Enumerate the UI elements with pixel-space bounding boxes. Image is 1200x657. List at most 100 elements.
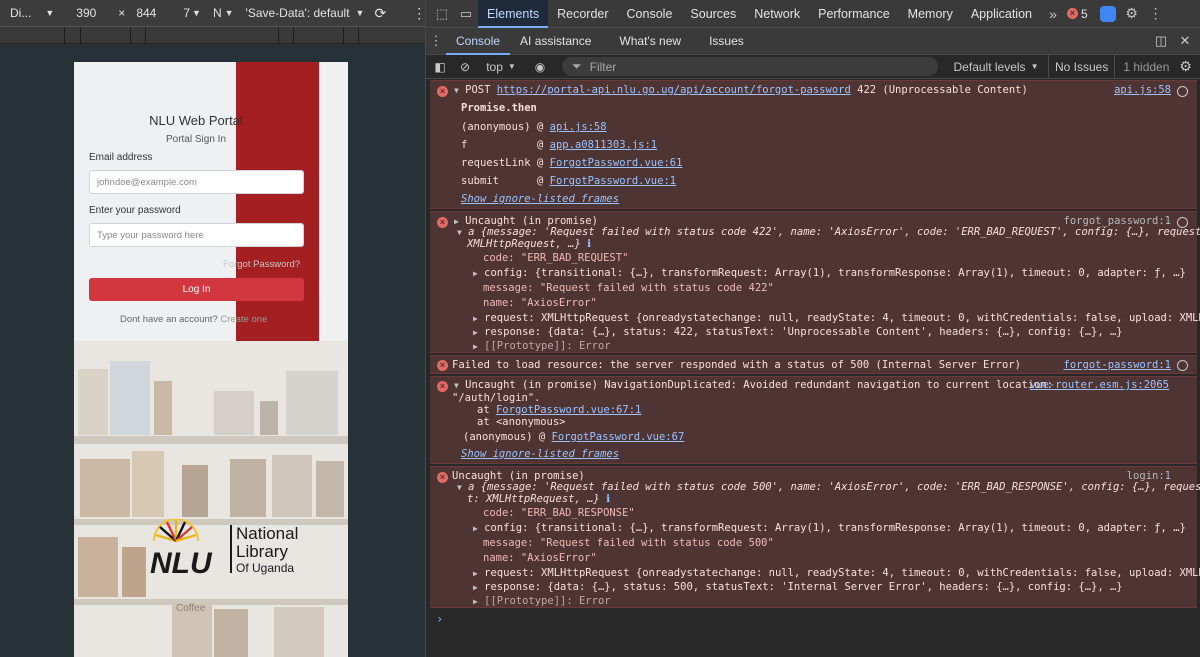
console-message[interactable]: × ▼ POST https://portal-api.nlu.go.ug/ap… bbox=[430, 80, 1197, 209]
info-icon: ℹ bbox=[587, 238, 592, 250]
expand-arrow-icon[interactable]: ▶ bbox=[473, 328, 478, 337]
error-counter[interactable]: × 5 bbox=[1066, 7, 1088, 21]
console-message[interactable]: × Uncaught (in promise) login:1 ▼ a {mes… bbox=[430, 466, 1200, 608]
stack-frame: submit bbox=[461, 175, 499, 187]
close-drawer-icon[interactable]: ✕ bbox=[1173, 27, 1197, 55]
width-field[interactable]: 390 bbox=[76, 6, 96, 20]
book bbox=[182, 465, 208, 517]
rotate-icon[interactable]: ⟳ bbox=[374, 5, 386, 22]
prop-prototype[interactable]: ▶ [[Prototype]]: Error bbox=[473, 340, 611, 352]
frame-link[interactable]: api.js:58 bbox=[550, 121, 607, 133]
expand-arrow-icon[interactable]: ▼ bbox=[454, 381, 459, 390]
device-toolbar-icon[interactable]: ▭ bbox=[454, 0, 478, 28]
login-button[interactable]: Log In bbox=[89, 278, 304, 301]
show-ignore-listed-frames-link[interactable]: Show ignore-listed frames bbox=[461, 448, 619, 460]
expand-arrow-icon[interactable]: ▼ bbox=[457, 483, 462, 492]
clear-console-icon[interactable]: ⊘ bbox=[454, 55, 476, 79]
forgot-password-link[interactable]: Forgot Password? bbox=[223, 259, 300, 270]
prop-response[interactable]: ▶ response: {data: {…}, status: 422, sta… bbox=[473, 326, 1123, 338]
tab-sources[interactable]: Sources bbox=[681, 0, 745, 28]
console-message[interactable]: × Failed to load resource: the server re… bbox=[430, 355, 1197, 374]
media-query-ruler[interactable] bbox=[0, 26, 425, 44]
prop-config[interactable]: ▶ config: {transitional: {…}, transformR… bbox=[473, 522, 1186, 534]
object-summary[interactable]: ▼ a {message: 'Request failed with statu… bbox=[457, 226, 1200, 238]
expand-arrow-icon[interactable]: ▼ bbox=[454, 86, 459, 95]
source-link[interactable]: api.js:58 bbox=[1114, 84, 1171, 96]
issues-button[interactable]: No Issues bbox=[1048, 54, 1116, 79]
frame-link[interactable]: ForgotPassword.vue:67 bbox=[552, 431, 685, 443]
chevron-down-icon[interactable]: ▼ bbox=[225, 8, 234, 18]
show-ignore-listed-frames-link[interactable]: Show ignore-listed frames bbox=[461, 193, 619, 205]
expand-arrow-icon[interactable]: ▼ bbox=[457, 228, 462, 237]
screen: Di... ▼ 390 × 844 7 ▼ N ▼ 'Save-Data': d… bbox=[0, 0, 1200, 657]
tab-network[interactable]: Network bbox=[745, 0, 809, 28]
chevron-down-icon[interactable]: ▼ bbox=[45, 8, 54, 18]
email-field[interactable]: johndoe@example.com bbox=[89, 170, 304, 194]
book bbox=[110, 361, 150, 435]
prop-config[interactable]: ▶ config: {transitional: {…}, transformR… bbox=[473, 267, 1186, 279]
tab-console[interactable]: Console bbox=[618, 0, 682, 28]
book bbox=[214, 609, 248, 657]
height-field[interactable]: 844 bbox=[136, 6, 156, 20]
prop-request[interactable]: ▶ request: XMLHttpRequest {onreadystatec… bbox=[473, 312, 1200, 324]
throttle-select[interactable]: N bbox=[213, 6, 222, 20]
chevron-down-icon[interactable]: ▼ bbox=[356, 8, 365, 18]
message-text-cont: "/auth/login". bbox=[452, 392, 541, 404]
console-message[interactable]: × ▼ Uncaught (in promise) NavigationDupl… bbox=[430, 376, 1197, 464]
drawer-tab-whats-new[interactable]: What's new bbox=[609, 28, 691, 55]
dock-side-icon[interactable]: ◫ bbox=[1149, 27, 1173, 55]
save-data-select[interactable]: 'Save-Data': default bbox=[246, 6, 350, 20]
ai-insight-icon[interactable] bbox=[1177, 360, 1188, 371]
device-select[interactable]: Di... bbox=[10, 6, 31, 20]
prop-request[interactable]: ▶ request: XMLHttpRequest {onreadystatec… bbox=[473, 567, 1200, 579]
password-field[interactable]: Type your password here bbox=[89, 223, 304, 247]
expand-arrow-icon[interactable]: ▶ bbox=[473, 583, 478, 592]
info-icon: ℹ bbox=[606, 493, 611, 505]
expand-arrow-icon[interactable]: ▶ bbox=[473, 342, 478, 351]
ai-insight-icon[interactable] bbox=[1177, 86, 1188, 97]
console-message[interactable]: × ▶ Uncaught (in promise) forgot_passwor… bbox=[430, 211, 1200, 353]
expand-arrow-icon[interactable]: ▶ bbox=[473, 569, 478, 578]
collapse-arrow-icon[interactable]: ▶ bbox=[454, 217, 459, 226]
source-link[interactable]: vue-router.esm.js:2065 bbox=[1030, 379, 1169, 391]
request-url-link[interactable]: https://portal-api.nlu.go.ug/api/account… bbox=[497, 84, 851, 96]
frame-link[interactable]: ForgotPassword.vue:1 bbox=[550, 175, 676, 187]
chevron-down-icon[interactable]: ▼ bbox=[192, 8, 201, 18]
drawer-tab-ai-assistance[interactable]: AI assistance bbox=[510, 28, 601, 55]
more-tabs-icon[interactable]: » bbox=[1041, 0, 1065, 28]
expand-arrow-icon[interactable]: ▶ bbox=[473, 314, 478, 323]
devtools-panel: ⬚ ▭ Elements Recorder Console Sources Ne… bbox=[425, 0, 1200, 657]
prop-prototype[interactable]: ▶ [[Prototype]]: Error bbox=[473, 595, 611, 607]
dpr-select[interactable]: 7 bbox=[183, 6, 190, 20]
more-menu-icon[interactable]: ⋮ bbox=[1144, 0, 1168, 28]
expand-arrow-icon[interactable]: ▶ bbox=[473, 524, 478, 533]
frame-link[interactable]: ForgotPassword.vue:61 bbox=[550, 157, 683, 169]
tab-recorder[interactable]: Recorder bbox=[548, 0, 617, 28]
frame-link[interactable]: app.a0811303.js:1 bbox=[550, 139, 657, 151]
prop-config-text: config: {transitional: {…}, transformReq… bbox=[484, 267, 1186, 279]
settings-gear-icon[interactable]: ⚙ bbox=[1120, 0, 1144, 28]
tab-performance[interactable]: Performance bbox=[809, 0, 899, 28]
drawer-tab-console[interactable]: Console bbox=[446, 28, 511, 55]
ai-assistant-icon[interactable] bbox=[1096, 0, 1120, 28]
log-levels-select[interactable]: Default levels ▼ bbox=[948, 55, 1044, 79]
tab-elements[interactable]: Elements bbox=[478, 0, 549, 28]
expand-arrow-icon[interactable]: ▶ bbox=[473, 597, 478, 606]
filter-input[interactable]: ⏷ Filter bbox=[562, 57, 938, 76]
console-settings-gear-icon[interactable]: ⚙ bbox=[1179, 55, 1192, 79]
live-expression-eye-icon[interactable]: ◉ bbox=[526, 55, 554, 79]
context-select[interactable]: top ▼ bbox=[476, 55, 526, 79]
inspect-element-icon[interactable]: ⬚ bbox=[430, 0, 454, 28]
console-prompt[interactable]: › bbox=[436, 612, 443, 626]
source-link[interactable]: forgot-password:1 bbox=[1064, 359, 1171, 371]
tab-application[interactable]: Application bbox=[962, 0, 1041, 28]
prop-response[interactable]: ▶ response: {data: {…}, status: 500, sta… bbox=[473, 581, 1123, 593]
expand-arrow-icon[interactable]: ▶ bbox=[473, 269, 478, 278]
sidebar-toggle-icon[interactable]: ◧ bbox=[426, 55, 454, 79]
tab-memory[interactable]: Memory bbox=[899, 0, 962, 28]
frame-link[interactable]: ForgotPassword.vue:67:1 bbox=[496, 404, 641, 416]
create-account-link[interactable]: Create one bbox=[220, 314, 267, 325]
object-summary[interactable]: ▼ a {message: 'Request failed with statu… bbox=[457, 481, 1200, 493]
drawer-tab-issues[interactable]: Issues bbox=[699, 28, 754, 55]
drawer-menu-icon[interactable]: ⋮ bbox=[426, 27, 446, 55]
